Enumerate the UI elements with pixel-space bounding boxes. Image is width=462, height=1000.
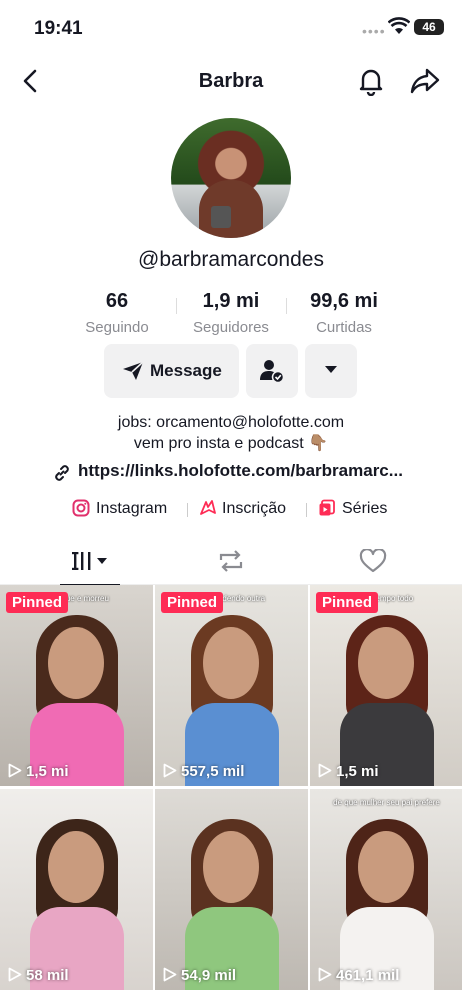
play-icon: [163, 967, 177, 982]
stat-value: 1,9 mi: [202, 290, 260, 312]
thumbnail-figure: [358, 831, 414, 903]
link-text: https://links.holofotte.com/barbramarc..…: [78, 461, 403, 480]
view-count-value: 1,5 mi: [336, 763, 379, 780]
following-button[interactable]: [246, 344, 298, 398]
thumbnail-figure: [48, 831, 104, 903]
pinned-badge: Pinned: [6, 592, 69, 613]
top-nav: Barbra: [0, 56, 462, 108]
bio: jobs: orcamento@holofotte.com vem pro in…: [0, 412, 462, 454]
play-icon: [8, 967, 22, 982]
stat-followers[interactable]: 1,9 mi Seguidores: [166, 290, 296, 336]
message-button[interactable]: Message: [104, 344, 239, 398]
grid-icon: [72, 552, 107, 570]
message-label: Message: [150, 361, 222, 380]
wifi-icon: [388, 17, 410, 34]
repost-icon: [219, 550, 243, 572]
thumbnail-figure: [203, 831, 259, 903]
play-icon: [318, 763, 332, 778]
thumbnail-figure: [203, 627, 259, 699]
avatar-cup: [211, 206, 231, 228]
view-count-value: 461,1 mil: [336, 967, 400, 984]
subscription-icon: [200, 500, 216, 515]
home-indicator[interactable]: [155, 990, 305, 995]
page-title: Barbra: [198, 70, 264, 92]
video-caption: de que mulher seu pai prefere: [333, 798, 440, 807]
tab-videos[interactable]: [60, 538, 120, 586]
video-thumbnail[interactable]: 58 mil: [0, 789, 153, 990]
view-count-value: 54,9 mil: [181, 967, 237, 984]
stat-label: Curtidas: [316, 319, 372, 336]
bio-line: vem pro insta e podcast 👇🏽: [133, 435, 329, 452]
video-grid: se... que e morreu Pinned 1,5 mi respond…: [0, 585, 462, 1000]
caret-down-icon: [325, 366, 337, 373]
send-icon: [123, 361, 144, 380]
video-thumbnail[interactable]: se... que e morreu Pinned 1,5 mi: [0, 585, 153, 786]
battery-icon: 46: [414, 19, 444, 35]
social-divider: [306, 503, 307, 517]
view-count: 1,5 mi: [318, 763, 379, 780]
video-thumbnail[interactable]: respondendo outra Pinned 557,5 mil: [155, 585, 308, 786]
link-icon: [55, 465, 69, 481]
stat-label: Seguidores: [193, 319, 269, 336]
share-icon[interactable]: [409, 66, 441, 96]
avatar-figure: [199, 180, 263, 238]
social-links: Instagram Inscrição Séries: [0, 498, 462, 522]
play-icon: [318, 967, 332, 982]
profile-stats: 66 Seguindo 1,9 mi Seguidores 99,6 mi Cu…: [0, 290, 462, 340]
thumbnail-figure: [358, 627, 414, 699]
view-count-value: 1,5 mi: [26, 763, 69, 780]
instagram-icon: [72, 499, 90, 517]
video-thumbnail[interactable]: de que mulher seu pai prefere 461,1 mil: [310, 789, 462, 990]
view-count: 461,1 mil: [318, 967, 399, 984]
play-icon: [8, 763, 22, 778]
view-count-value: 58 mil: [26, 967, 69, 984]
series-icon: [319, 499, 335, 516]
more-options-button[interactable]: [305, 344, 357, 398]
status-bar: 19:41 •••• 46: [0, 0, 462, 56]
heart-icon: [359, 549, 387, 573]
view-count: 54,9 mil: [163, 967, 236, 984]
social-label: Inscrição: [222, 500, 287, 517]
username: @barbramarcondes: [138, 248, 324, 271]
video-thumbnail[interactable]: ...o tempo todo Pinned 1,5 mi: [310, 585, 462, 786]
video-thumbnail[interactable]: 54,9 mil: [155, 789, 308, 990]
social-label: Séries: [342, 500, 388, 517]
signal-icon: ••••: [362, 23, 386, 39]
stat-likes[interactable]: 99,6 mi Curtidas: [279, 290, 409, 336]
stat-value: 66: [105, 290, 129, 312]
bio-line: jobs: orcamento@holofotte.com: [117, 414, 345, 431]
view-count: 58 mil: [8, 967, 69, 984]
social-divider: [187, 503, 188, 517]
user-check-icon: [260, 360, 285, 384]
stat-value: 99,6 mi: [310, 290, 378, 312]
avatar[interactable]: [171, 118, 291, 238]
view-count: 1,5 mi: [8, 763, 69, 780]
play-icon: [163, 763, 177, 778]
tab-reposts[interactable]: [206, 538, 256, 584]
pinned-badge: Pinned: [316, 592, 379, 613]
thumbnail-figure: [48, 627, 104, 699]
status-time: 19:41: [34, 18, 83, 39]
tab-liked[interactable]: [348, 538, 398, 584]
social-label: Instagram: [96, 500, 168, 517]
view-count-value: 557,5 mil: [181, 763, 245, 780]
view-count: 557,5 mil: [163, 763, 244, 780]
stat-label: Seguindo: [85, 319, 149, 336]
pinned-badge: Pinned: [161, 592, 224, 613]
content-tabs: [0, 538, 462, 586]
profile-actions: Message: [0, 344, 462, 398]
stat-following[interactable]: 66 Seguindo: [52, 290, 182, 336]
bell-icon[interactable]: [357, 66, 385, 96]
